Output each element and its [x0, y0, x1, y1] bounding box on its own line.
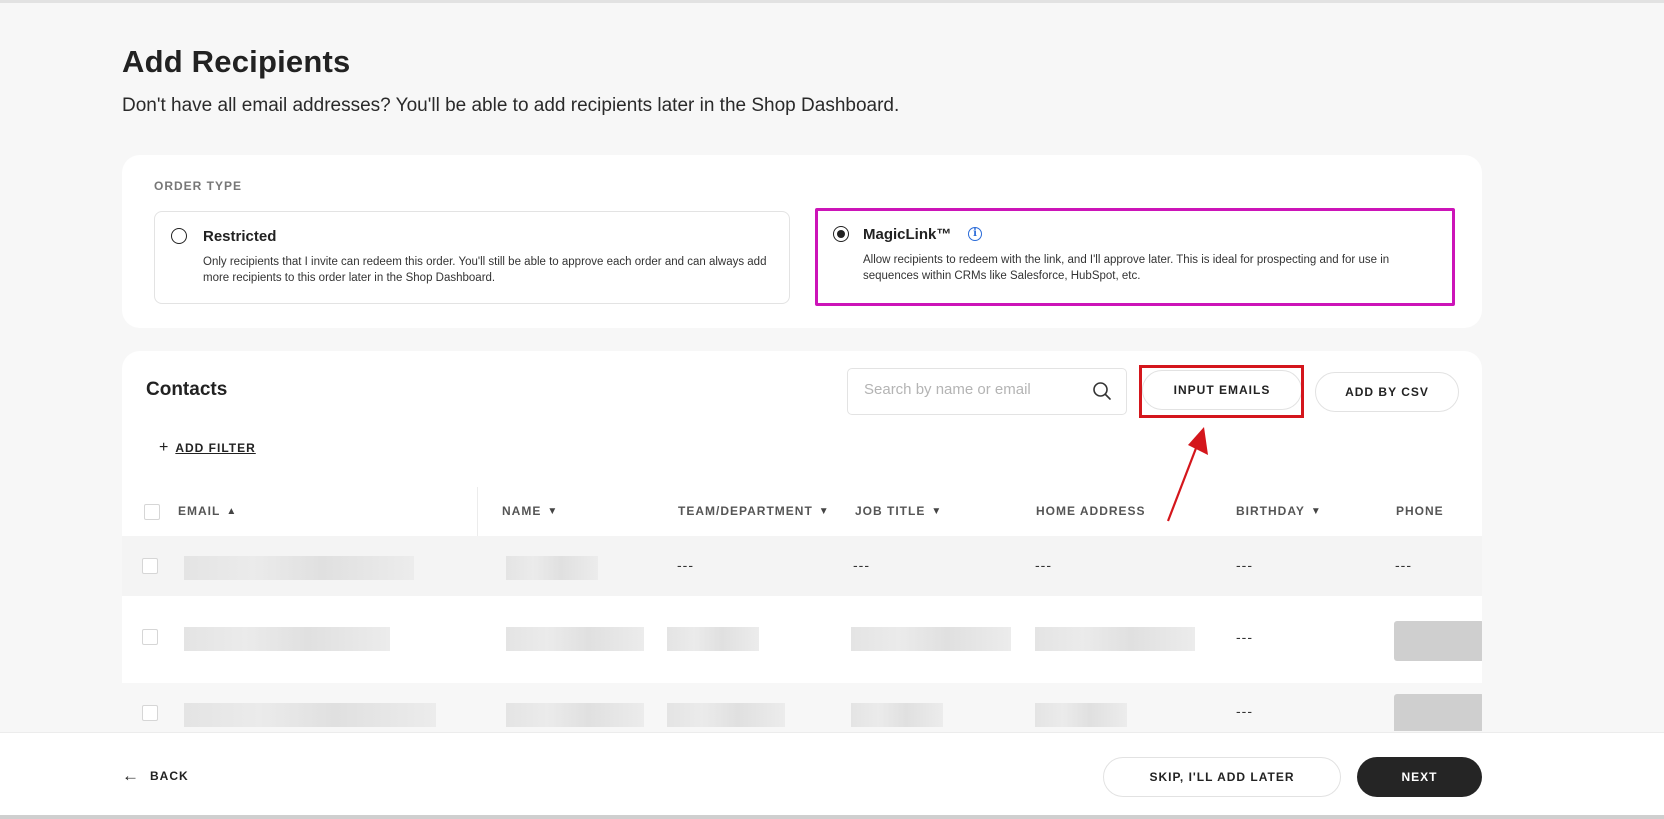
- redacted-email: [184, 703, 436, 727]
- annotation-arrow-icon: [1166, 427, 1208, 522]
- birthday-value: ---: [1236, 557, 1253, 573]
- redacted-phone: [1394, 621, 1482, 661]
- option-title-restricted: Restricted: [203, 228, 277, 245]
- row-checkbox[interactable]: [142, 629, 158, 645]
- arrow-left-icon: ←: [122, 766, 140, 785]
- chevron-down-icon: ▼: [547, 505, 559, 517]
- birthday-value: ---: [1236, 629, 1253, 645]
- info-icon[interactable]: i: [968, 227, 982, 241]
- column-label-birthday: BIRTHDAY: [1236, 504, 1305, 518]
- add-filter-link[interactable]: + ADD FILTER: [159, 439, 256, 456]
- top-border: [0, 0, 1664, 3]
- redacted-home-address: [1035, 703, 1127, 727]
- redacted-home-address: [1035, 627, 1195, 651]
- option-description-magiclink: Allow recipients to redeem with the link…: [863, 254, 1390, 282]
- table-row[interactable]: ---: [122, 603, 1482, 679]
- home-address-value: ---: [1035, 557, 1052, 573]
- column-header-team[interactable]: TEAM/DEPARTMENT ▼: [678, 504, 830, 518]
- plus-icon: +: [159, 439, 170, 456]
- redacted-team: [667, 703, 785, 727]
- column-label-job: JOB TITLE: [855, 504, 926, 518]
- page-title: Add Recipients: [122, 44, 351, 79]
- order-type-label: ORDER TYPE: [154, 179, 243, 193]
- radio-restricted[interactable]: [171, 228, 187, 244]
- column-label-name: NAME: [502, 504, 542, 518]
- row-checkbox[interactable]: [142, 558, 158, 574]
- back-label: BACK: [150, 769, 189, 783]
- footer-bar: ← BACK SKIP, I'LL ADD LATER NEXT: [0, 732, 1664, 819]
- order-type-card: ORDER TYPE Restricted Only recipients th…: [122, 155, 1482, 328]
- sort-asc-icon: ▲: [226, 505, 238, 517]
- column-label-address: HOME ADDRESS: [1036, 504, 1146, 518]
- column-label-team: TEAM/DEPARTMENT: [678, 504, 813, 518]
- phone-value: ---: [1395, 557, 1412, 573]
- birthday-value: ---: [1236, 703, 1253, 719]
- column-label-email: EMAIL: [178, 504, 221, 518]
- contacts-card: Contacts INPUT EMAILS ADD BY CSV + ADD F…: [122, 351, 1482, 731]
- search-input[interactable]: [864, 381, 1084, 398]
- redacted-name: [506, 556, 598, 580]
- redacted-phone: [1394, 694, 1482, 731]
- add-filter-label: ADD FILTER: [175, 441, 256, 455]
- redacted-email: [184, 627, 390, 651]
- chevron-down-icon: ▼: [818, 505, 830, 517]
- redacted-job-title: [851, 703, 943, 727]
- contacts-title: Contacts: [146, 379, 228, 400]
- row-checkbox[interactable]: [142, 705, 158, 721]
- job-title-value: ---: [853, 557, 870, 573]
- redacted-name: [506, 703, 644, 727]
- highlight-box: [1139, 365, 1304, 418]
- redacted-name: [506, 627, 644, 651]
- option-description-restricted: Only recipients that I invite can redeem…: [203, 256, 767, 284]
- table-row[interactable]: --- --- --- --- ---: [122, 536, 1482, 596]
- column-header-home-address[interactable]: HOME ADDRESS: [1036, 504, 1146, 518]
- column-header-email[interactable]: EMAIL ▲: [178, 504, 237, 518]
- redacted-email: [184, 556, 414, 580]
- option-title-magiclink: MagicLink™: [863, 226, 952, 243]
- chevron-down-icon: ▼: [931, 505, 943, 517]
- search-icon[interactable]: [1092, 381, 1112, 401]
- redacted-job-title: [851, 627, 1011, 651]
- column-header-name[interactable]: NAME ▼: [502, 504, 558, 518]
- add-by-csv-button[interactable]: ADD BY CSV: [1315, 372, 1459, 412]
- page-subtitle: Don't have all email addresses? You'll b…: [122, 95, 900, 116]
- select-all-checkbox[interactable]: [144, 504, 160, 520]
- column-header-phone[interactable]: PHONE: [1396, 504, 1444, 518]
- next-button[interactable]: NEXT: [1357, 757, 1482, 797]
- redacted-team: [667, 627, 759, 651]
- skip-add-later-button[interactable]: SKIP, I'LL ADD LATER: [1103, 757, 1341, 797]
- chevron-down-icon: ▼: [1310, 505, 1322, 517]
- back-button[interactable]: ← BACK: [122, 766, 189, 785]
- order-option-magiclink[interactable]: MagicLink™ i Allow recipients to redeem …: [815, 208, 1455, 306]
- bottom-border: [0, 815, 1664, 819]
- table-row[interactable]: ---: [122, 683, 1482, 731]
- column-label-phone: PHONE: [1396, 504, 1444, 518]
- order-option-restricted[interactable]: Restricted Only recipients that I invite…: [154, 211, 790, 304]
- column-header-birthday[interactable]: BIRTHDAY ▼: [1236, 504, 1322, 518]
- column-header-job-title[interactable]: JOB TITLE ▼: [855, 504, 942, 518]
- team-value: ---: [677, 557, 694, 573]
- search-box[interactable]: [847, 368, 1127, 415]
- radio-magiclink[interactable]: [833, 226, 849, 242]
- table-header: EMAIL ▲ NAME ▼ TEAM/DEPARTMENT ▼ JOB TIT…: [122, 486, 1482, 536]
